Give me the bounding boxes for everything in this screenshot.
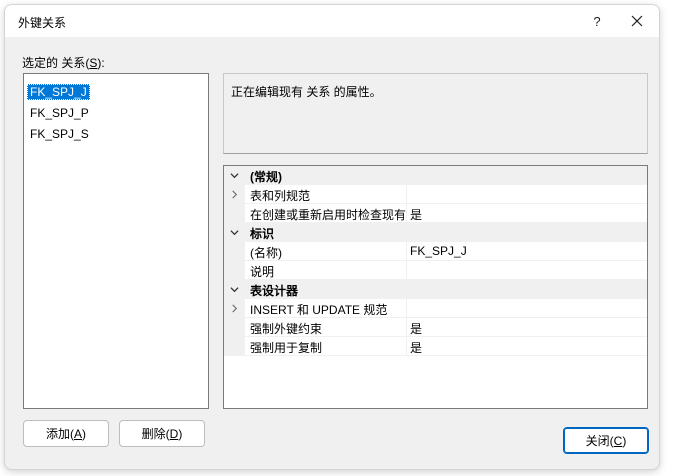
column-divider[interactable] [406,337,407,356]
row-gutter [224,280,245,299]
window-title: 外键关系 [18,16,67,30]
row-gutter [224,318,245,337]
property-name: 表和列规范 [250,189,311,203]
property-row[interactable]: 强制用于复制 是 [224,337,647,356]
property-row[interactable]: 说明 [224,261,647,280]
property-name: 在创建或重新启用时检查现有 [250,208,407,222]
column-divider[interactable] [406,318,407,337]
selected-relations-label: 选定的 关系(S): [22,56,105,70]
property-row[interactable]: 强制外键约束 是 [224,318,647,337]
property-row[interactable]: (名称) FK_SPJ_J [224,242,647,261]
property-name: INSERT 和 UPDATE 规范 [250,303,388,317]
info-text: 正在编辑现有 关系 的属性。 [231,85,382,99]
row-gutter [224,261,245,280]
row-gutter [224,185,245,204]
chevron-down-icon[interactable] [230,226,239,240]
category-label: 表设计器 [250,284,299,298]
delete-button[interactable]: 删除(D) [119,420,205,447]
category-label: 标识 [250,227,275,241]
property-value[interactable]: 是 [410,320,422,337]
info-panel: 正在编辑现有 关系 的属性。 [223,73,648,154]
property-category[interactable]: 表设计器 [224,280,647,299]
chevron-right-icon[interactable] [230,302,239,316]
add-button[interactable]: 添加(A) [23,420,109,447]
chevron-down-icon[interactable] [230,169,239,183]
property-grid[interactable]: (常规) 表和列规范 在创建或重新启用时检查现有是标识 (名称) FK_SPJ_J 说明表… [223,165,648,409]
row-gutter [224,166,245,185]
close-button[interactable]: 关闭(C) [563,427,649,454]
property-category[interactable]: (常规) [224,166,647,185]
column-divider[interactable] [406,185,407,204]
close-window-button[interactable] [617,7,657,35]
column-divider[interactable] [406,299,407,318]
property-name: 强制外键约束 [250,322,323,336]
property-category[interactable]: 标识 [224,223,647,242]
help-button[interactable]: ? [577,7,617,35]
help-icon: ? [593,13,601,29]
property-value[interactable]: FK_SPJ_J [410,244,467,258]
relation-item[interactable]: FK_SPJ_J [27,84,90,100]
chevron-right-icon[interactable] [230,188,239,202]
property-value[interactable]: 是 [410,206,422,223]
column-divider[interactable] [406,204,407,223]
property-row[interactable]: 表和列规范 [224,185,647,204]
property-name: (名称) [250,246,282,260]
foreign-key-dialog: 外键关系 ? 选定的 关系(S): FK_SPJ_J FK_SPJ_P FK_SPJ… [4,4,660,470]
property-name: 说明 [250,265,275,279]
row-gutter [224,204,245,223]
column-divider[interactable] [406,261,407,280]
close-icon [631,15,643,27]
property-value[interactable]: 是 [410,339,422,356]
relations-list[interactable]: FK_SPJ_J FK_SPJ_P FK_SPJ_S [23,73,209,409]
row-gutter [224,242,245,261]
relation-item[interactable]: FK_SPJ_S [27,126,92,142]
property-row[interactable]: 在创建或重新启用时检查现有是 [224,204,647,223]
property-name: 强制用于复制 [250,341,323,355]
title-bar: 外键关系 ? [5,5,659,37]
category-label: (常规) [250,170,282,184]
relation-item[interactable]: FK_SPJ_P [27,105,92,121]
row-gutter [224,337,245,356]
chevron-down-icon[interactable] [230,283,239,297]
row-gutter [224,299,245,318]
property-row[interactable]: INSERT 和 UPDATE 规范 [224,299,647,318]
row-gutter [224,223,245,242]
column-divider[interactable] [406,242,407,261]
